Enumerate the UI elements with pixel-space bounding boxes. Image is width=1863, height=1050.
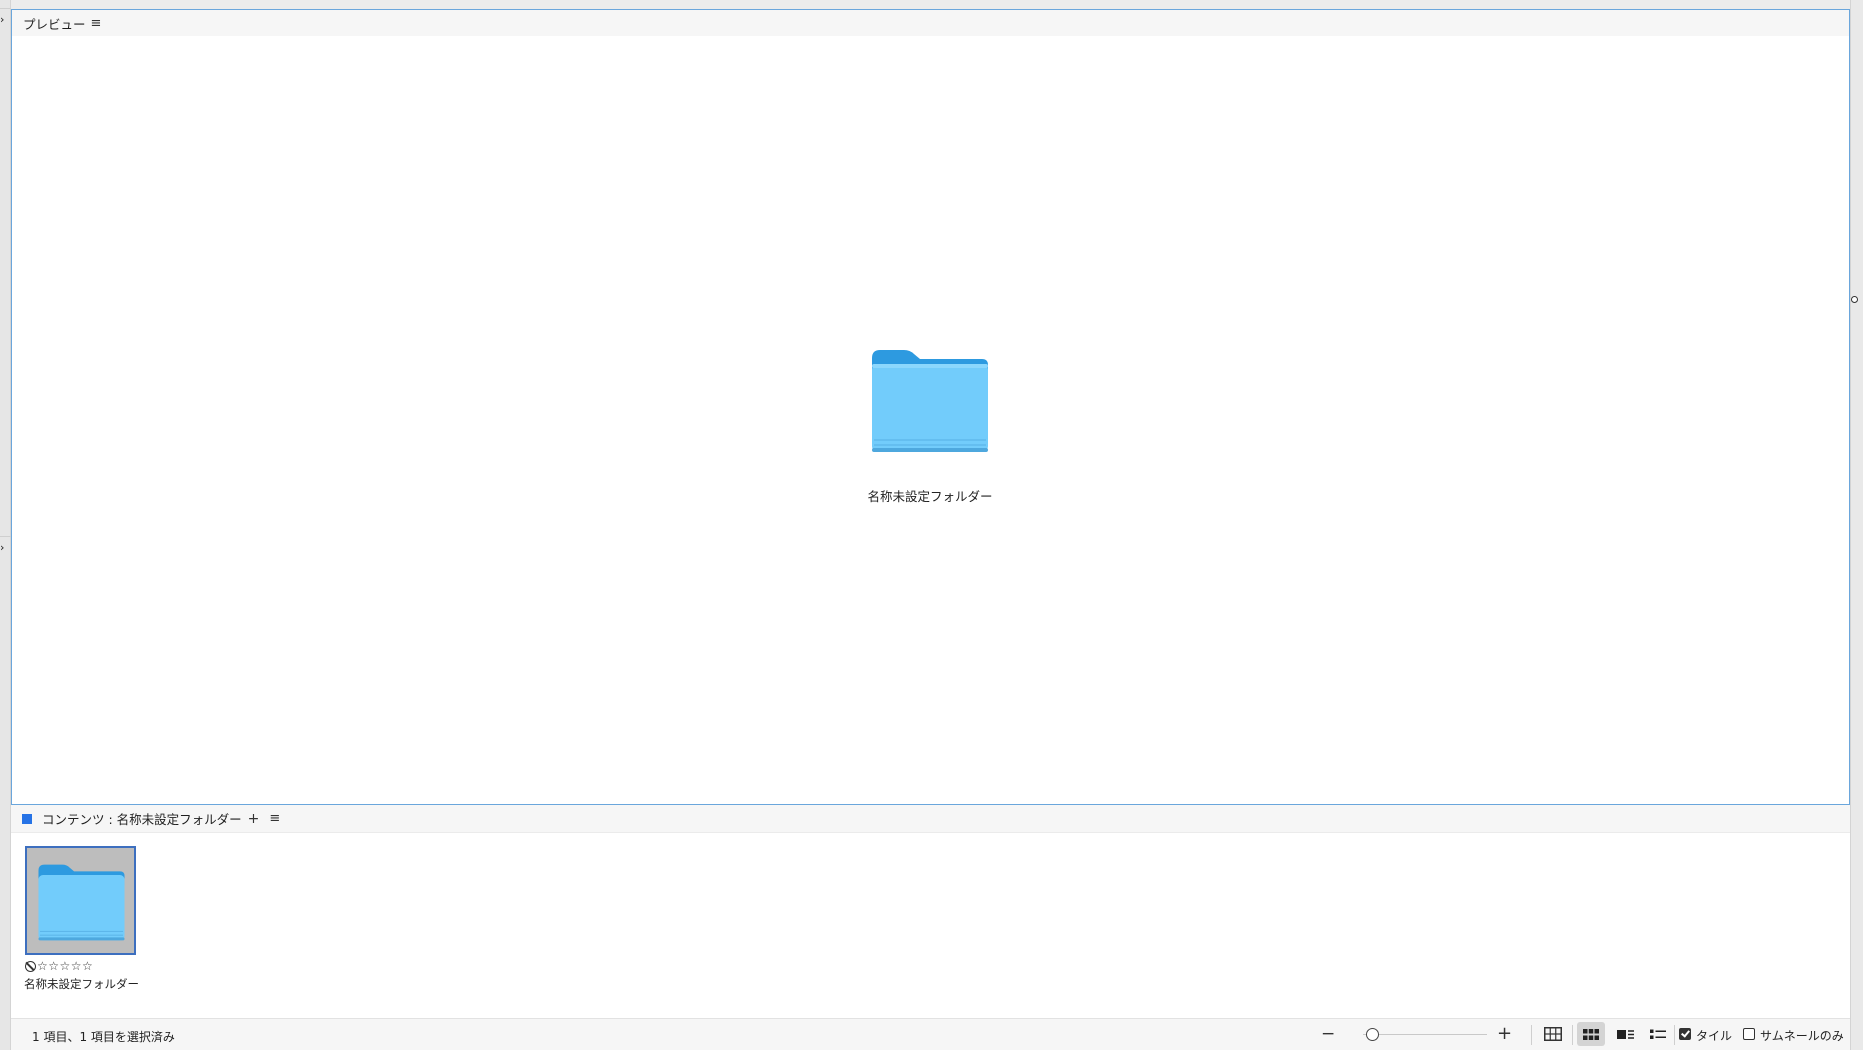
folder-icon bbox=[872, 350, 988, 452]
app-window: › › プレビュー ≡ 名称未設定フォルダー コンテンツ : 名称未設定フォルダ… bbox=[0, 0, 1863, 1050]
view-grid-button[interactable] bbox=[1539, 1022, 1567, 1046]
reject-icon[interactable] bbox=[25, 960, 36, 972]
tile-checkbox[interactable] bbox=[1679, 1028, 1691, 1040]
view-tiles-button[interactable] bbox=[1577, 1022, 1605, 1046]
rating-stars[interactable]: ☆☆☆☆☆ bbox=[37, 959, 93, 973]
preview-folder-label: 名称未設定フォルダー bbox=[867, 489, 993, 504]
statusbar: 1 項目、1 項目を選択済み − + タイル サムネールのみ bbox=[11, 1018, 1850, 1050]
content-menu-icon[interactable]: ≡ bbox=[269, 811, 280, 826]
expand-arrow-icon[interactable]: › bbox=[0, 542, 4, 553]
zoom-in-button[interactable]: + bbox=[1497, 1023, 1512, 1044]
preview-panel-header: プレビュー ≡ bbox=[12, 10, 1849, 36]
zoom-slider-track[interactable] bbox=[1363, 1034, 1487, 1035]
statusbar-divider bbox=[1572, 1025, 1573, 1045]
preview-panel-title: プレビュー bbox=[23, 16, 86, 32]
zoom-slider-knob[interactable] bbox=[1366, 1028, 1379, 1041]
list-view-icon bbox=[1650, 1029, 1666, 1039]
strip-divider bbox=[0, 536, 11, 537]
color-tag-icon bbox=[22, 813, 32, 824]
content-panel-header: コンテンツ : 名称未設定フォルダー + ≡ bbox=[11, 805, 1850, 833]
preview-menu-icon[interactable]: ≡ bbox=[91, 16, 102, 31]
grid-view-icon bbox=[1544, 1027, 1562, 1041]
statusbar-divider bbox=[1531, 1025, 1532, 1045]
add-tab-icon[interactable]: + bbox=[248, 811, 260, 827]
content-panel-title: コンテンツ : 名称未設定フォルダー bbox=[42, 812, 242, 827]
status-text: 1 項目、1 項目を選択済み bbox=[32, 1030, 175, 1044]
item-name: 名称未設定フォルダー bbox=[24, 977, 139, 991]
tiles-view-icon bbox=[1583, 1028, 1599, 1040]
zoom-out-button[interactable]: − bbox=[1321, 1024, 1335, 1044]
details-view-icon bbox=[1616, 1029, 1634, 1039]
expand-arrow-icon[interactable]: › bbox=[0, 14, 4, 25]
thumbnail-only-label[interactable]: サムネールのみ bbox=[1760, 1027, 1844, 1044]
folder-icon bbox=[38, 864, 125, 941]
thumbnail-only-checkbox[interactable] bbox=[1743, 1028, 1755, 1040]
view-details-button[interactable] bbox=[1611, 1022, 1639, 1046]
statusbar-divider bbox=[1674, 1025, 1675, 1045]
resize-handle-icon[interactable] bbox=[1851, 296, 1858, 303]
preview-panel: プレビュー ≡ 名称未設定フォルダー bbox=[11, 9, 1850, 805]
content-panel: コンテンツ : 名称未設定フォルダー + ≡ ☆☆☆☆☆ 名称未設定フォルダー bbox=[11, 805, 1850, 1050]
content-item-tile[interactable] bbox=[25, 846, 136, 955]
strip-divider bbox=[0, 8, 11, 9]
item-rating[interactable]: ☆☆☆☆☆ bbox=[25, 959, 93, 973]
view-list-button[interactable] bbox=[1644, 1022, 1672, 1046]
tile-checkbox-label[interactable]: タイル bbox=[1696, 1027, 1732, 1044]
right-collapsed-sidebar bbox=[1850, 0, 1863, 1050]
left-collapsed-sidebar: › › bbox=[0, 0, 11, 1050]
